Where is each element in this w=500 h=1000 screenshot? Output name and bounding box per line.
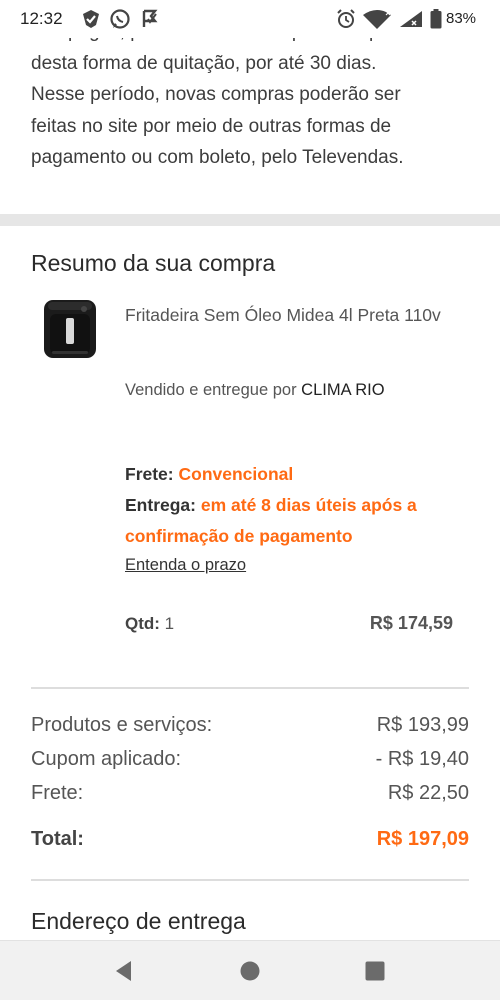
home-icon[interactable] — [237, 958, 263, 984]
total-row: Total: R$ 197,09 — [31, 828, 469, 862]
seller-name: CLIMA RIO — [301, 381, 385, 399]
recents-icon[interactable] — [362, 958, 388, 984]
navigation-bar — [0, 940, 500, 1000]
status-bar: 12:32 83% — [0, 0, 500, 38]
app-notification-icon — [142, 9, 158, 27]
divider — [31, 879, 469, 881]
total-value: R$ 197,09 — [376, 828, 469, 850]
payment-notice-line: pagamento ou com boleto, pelo Televendas… — [31, 147, 404, 168]
signal-icon — [400, 11, 422, 27]
order-summary-title: Resumo da sua compra — [31, 250, 276, 276]
battery-percent: 83% — [446, 10, 477, 27]
battery-icon — [430, 9, 442, 29]
payment-notice-line: desta forma de quitação, por até 30 dias… — [31, 52, 377, 74]
seller-info: Vendido e entregue por CLIMA RIO — [125, 381, 385, 400]
alarm-icon — [337, 9, 355, 28]
product-image[interactable] — [40, 296, 100, 362]
shipping-label: Frete: — [125, 464, 174, 484]
divider — [31, 687, 469, 689]
whatsapp-icon — [110, 9, 130, 29]
shipping-method: Convencional — [178, 464, 294, 484]
wifi-icon — [363, 10, 391, 29]
delivery-label: Entrega: — [125, 495, 196, 515]
shipping-cost-value: R$ 22,50 — [387, 782, 469, 804]
shipping-cost-row: Frete: R$ 22,50 — [31, 782, 469, 814]
quantity-label: Qtd: — [125, 614, 160, 633]
payment-notice-line: feitas no site por meio de outras formas… — [31, 115, 392, 137]
delivery-estimate-cont: confirmação de pagamento — [125, 526, 353, 546]
seller-prefix: Vendido e entregue por — [125, 381, 297, 399]
products-subtotal-value: R$ 193,99 — [376, 714, 469, 736]
checkout-content[interactable]: não pagos, poderá ocorrer bloqueio tempo… — [0, 0, 500, 940]
shipping-info: Frete: Convencional Entrega: em até 8 di… — [125, 459, 465, 552]
checked-pin-icon — [83, 10, 99, 28]
coupon-label: Cupom aplicado: — [31, 748, 182, 770]
back-icon[interactable] — [111, 958, 137, 984]
item-price: R$ 174,59 — [369, 613, 453, 633]
product-name[interactable]: Fritadeira Sem Óleo Midea 4l Preta 110v — [125, 300, 445, 330]
payment-notice: não pagos, poderá ocorrer bloqueio tempo… — [31, 16, 471, 174]
checkout-screen: não pagos, poderá ocorrer bloqueio tempo… — [0, 0, 500, 1000]
deadline-info-link[interactable]: Entenda o prazo — [125, 556, 246, 575]
total-label: Total: — [31, 828, 84, 850]
products-subtotal-label: Produtos e serviços: — [31, 714, 213, 736]
shipping-cost-label: Frete: — [31, 782, 84, 804]
quantity: Qtd: 1 — [125, 614, 174, 634]
products-subtotal-row: Produtos e serviços: R$ 193,99 — [31, 714, 469, 746]
coupon-value: - R$ 19,40 — [375, 748, 469, 770]
section-divider — [0, 214, 500, 226]
delivery-address-title: Endereço de entrega — [31, 908, 246, 934]
delivery-estimate: em até 8 dias úteis após a — [200, 495, 417, 515]
payment-notice-line: Nesse período, novas compras poderão ser — [31, 84, 401, 105]
quantity-value: 1 — [164, 614, 175, 633]
status-time: 12:32 — [20, 9, 63, 28]
coupon-row: Cupom aplicado: - R$ 19,40 — [31, 748, 469, 780]
